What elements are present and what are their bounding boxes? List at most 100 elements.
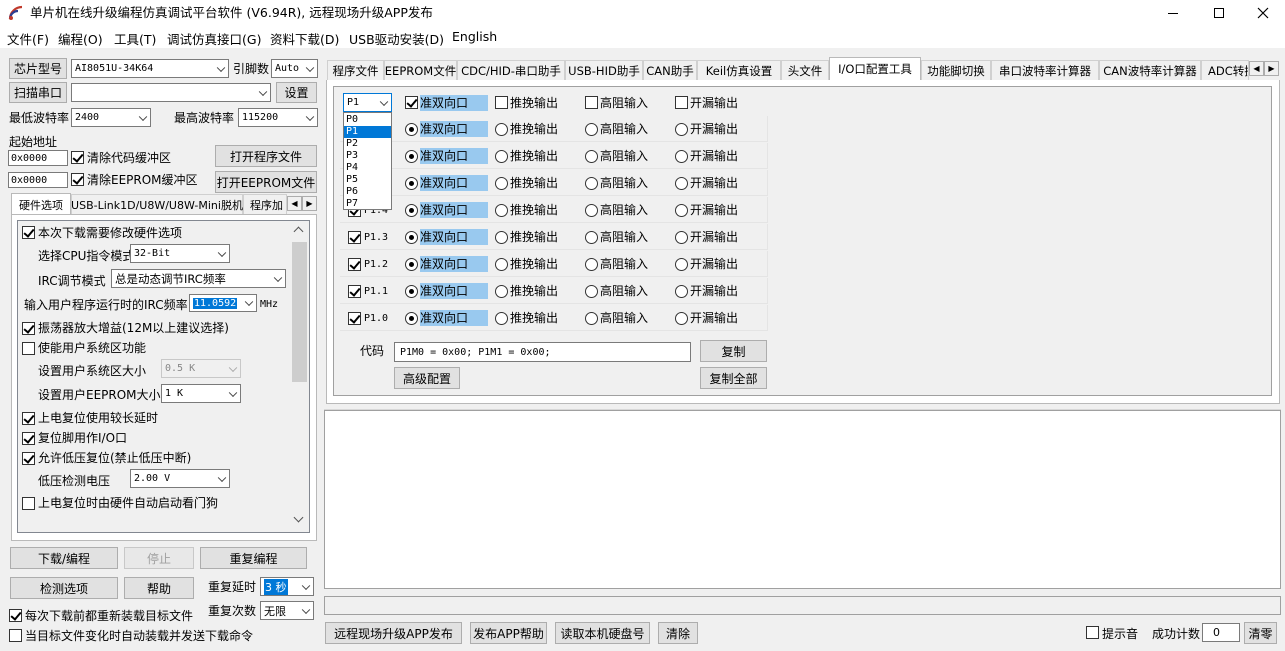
pin-enable-checkbox[interactable] <box>348 312 361 325</box>
pin-pushpull-radio[interactable] <box>495 231 508 244</box>
tab-io-config[interactable]: I/O口配置工具 <box>829 57 921 80</box>
lvd-select[interactable]: 2.00 V <box>130 469 230 488</box>
all-highz-checkbox[interactable] <box>585 96 598 109</box>
pin-quasi-radio[interactable] <box>405 285 418 298</box>
minimize-button[interactable] <box>1150 0 1196 26</box>
port-option[interactable]: P0 <box>344 114 391 126</box>
pin-pushpull-radio[interactable] <box>495 204 508 217</box>
pin-opendrain-radio[interactable] <box>675 204 688 217</box>
tab-adc[interactable]: ADC转换 <box>1201 60 1249 80</box>
read-disk-button[interactable]: 读取本机硬盘号 <box>555 622 650 644</box>
beep-checkbox[interactable] <box>1086 626 1099 639</box>
pin-highz-radio[interactable] <box>585 231 598 244</box>
pin-enable-checkbox[interactable] <box>348 258 361 271</box>
tab-can-assistant[interactable]: CAN助手 <box>643 60 697 80</box>
settings-button[interactable]: 设置 <box>276 82 317 103</box>
pin-highz-radio[interactable] <box>585 177 598 190</box>
port-select[interactable]: P1 <box>343 93 392 112</box>
pin-highz-radio[interactable] <box>585 285 598 298</box>
scroll-up-icon[interactable] <box>293 226 304 237</box>
tab-uart-baud-calc[interactable]: 串口波特率计算器 <box>991 60 1099 80</box>
repeat-delay-select[interactable]: 3 秒 <box>260 577 314 596</box>
pin-highz-radio[interactable] <box>585 123 598 136</box>
cpu-mode-select[interactable]: 32-Bit <box>130 244 230 263</box>
pin-quasi-radio[interactable] <box>405 177 418 190</box>
menu-file[interactable]: 文件(F) <box>7 29 49 48</box>
tab-usb-link[interactable]: USB-Link1D/U8W/U8W-Mini脱机 <box>71 194 243 214</box>
right-tab-scroll-right[interactable]: ▶ <box>1264 61 1279 76</box>
sysarea-checkbox[interactable] <box>22 342 35 355</box>
pin-highz-radio[interactable] <box>585 258 598 271</box>
menu-tools[interactable]: 工具(T) <box>114 29 156 48</box>
pin-opendrain-radio[interactable] <box>675 177 688 190</box>
scan-port-button[interactable]: 扫描串口 <box>9 82 67 103</box>
chip-model-select[interactable]: AI8051U-34K64 <box>71 59 229 78</box>
port-option[interactable]: P1 <box>344 126 391 138</box>
open-eeprom-file-button[interactable]: 打开EEPROM文件 <box>215 171 317 193</box>
pin-pushpull-radio[interactable] <box>495 312 508 325</box>
pin-quasi-radio[interactable] <box>405 258 418 271</box>
menu-program[interactable]: 编程(O) <box>58 29 103 48</box>
open-program-file-button[interactable]: 打开程序文件 <box>215 145 317 167</box>
pin-opendrain-radio[interactable] <box>675 150 688 163</box>
publish-app-button[interactable]: 远程现场升级APP发布 <box>325 622 462 644</box>
chip-model-button[interactable]: 芯片型号 <box>9 58 67 79</box>
auto-send-checkbox[interactable] <box>9 629 22 642</box>
port-option[interactable]: P3 <box>344 150 391 162</box>
pin-enable-checkbox[interactable] <box>348 231 361 244</box>
copy-all-button[interactable]: 复制全部 <box>700 367 767 389</box>
pin-pushpull-radio[interactable] <box>495 123 508 136</box>
port-option[interactable]: P7 <box>344 198 391 210</box>
reload-checkbox[interactable] <box>9 609 22 622</box>
publish-help-button[interactable]: 发布APP帮助 <box>470 622 547 644</box>
tab-program-add[interactable]: 程序加 <box>243 194 287 214</box>
pin-opendrain-radio[interactable] <box>675 312 688 325</box>
osc-gain-checkbox[interactable] <box>22 322 35 335</box>
clear-eeprom-checkbox[interactable] <box>71 173 84 186</box>
pin-highz-radio[interactable] <box>585 150 598 163</box>
copy-button[interactable]: 复制 <box>700 340 767 362</box>
menu-download[interactable]: 资料下载(D) <box>270 29 339 48</box>
advanced-config-button[interactable]: 高级配置 <box>394 367 460 389</box>
pin-highz-radio[interactable] <box>585 312 598 325</box>
tab-scroll-left-button[interactable]: ◀ <box>287 196 302 211</box>
serial-port-select[interactable] <box>71 83 271 102</box>
pin-quasi-radio[interactable] <box>405 231 418 244</box>
code-output[interactable]: P1M0 = 0x00; P1M1 = 0x00; <box>394 342 691 362</box>
hardware-scrollbar[interactable] <box>290 221 309 532</box>
check-options-button[interactable]: 检测选项 <box>10 577 118 599</box>
port-option[interactable]: P5 <box>344 174 391 186</box>
sysarea-size-select[interactable]: 0.5 K <box>161 359 241 378</box>
pin-quasi-radio[interactable] <box>405 312 418 325</box>
close-button[interactable] <box>1240 0 1285 26</box>
pin-opendrain-radio[interactable] <box>675 285 688 298</box>
pin-opendrain-radio[interactable] <box>675 123 688 136</box>
all-pushpull-checkbox[interactable] <box>495 96 508 109</box>
pin-pushpull-radio[interactable] <box>495 285 508 298</box>
reset-io-checkbox[interactable] <box>22 432 35 445</box>
pin-quasi-radio[interactable] <box>405 150 418 163</box>
eeprom-size-select[interactable]: 1 K <box>161 384 241 403</box>
tab-can-baud-calc[interactable]: CAN波特率计算器 <box>1099 60 1201 80</box>
irc-freq-input[interactable]: 11.0592 <box>189 294 257 312</box>
menu-usb-driver[interactable]: USB驱动安装(D) <box>349 29 444 48</box>
pin-highz-radio[interactable] <box>585 204 598 217</box>
pin-pushpull-radio[interactable] <box>495 258 508 271</box>
maximize-button[interactable] <box>1196 0 1242 26</box>
help-button[interactable]: 帮助 <box>124 577 194 599</box>
download-button[interactable]: 下载/编程 <box>10 547 118 569</box>
pin-opendrain-radio[interactable] <box>675 231 688 244</box>
tab-usb-hid[interactable]: USB-HID助手 <box>565 60 643 80</box>
repeat-count-select[interactable]: 无限 <box>260 601 314 620</box>
pin-pushpull-radio[interactable] <box>495 177 508 190</box>
tab-cdc-hid-serial[interactable]: CDC/HID-串口助手 <box>457 60 565 80</box>
pin-count-select[interactable]: Auto <box>271 59 318 78</box>
clear-code-checkbox[interactable] <box>71 151 84 164</box>
tab-pin-switch[interactable]: 功能脚切换 <box>921 60 991 80</box>
pin-enable-checkbox[interactable] <box>348 285 361 298</box>
min-baud-select[interactable]: 2400 <box>71 108 151 127</box>
pin-pushpull-radio[interactable] <box>495 150 508 163</box>
tab-scroll-right-button[interactable]: ▶ <box>302 196 317 211</box>
wdt-checkbox[interactable] <box>22 497 35 510</box>
stop-button[interactable]: 停止 <box>124 547 194 569</box>
